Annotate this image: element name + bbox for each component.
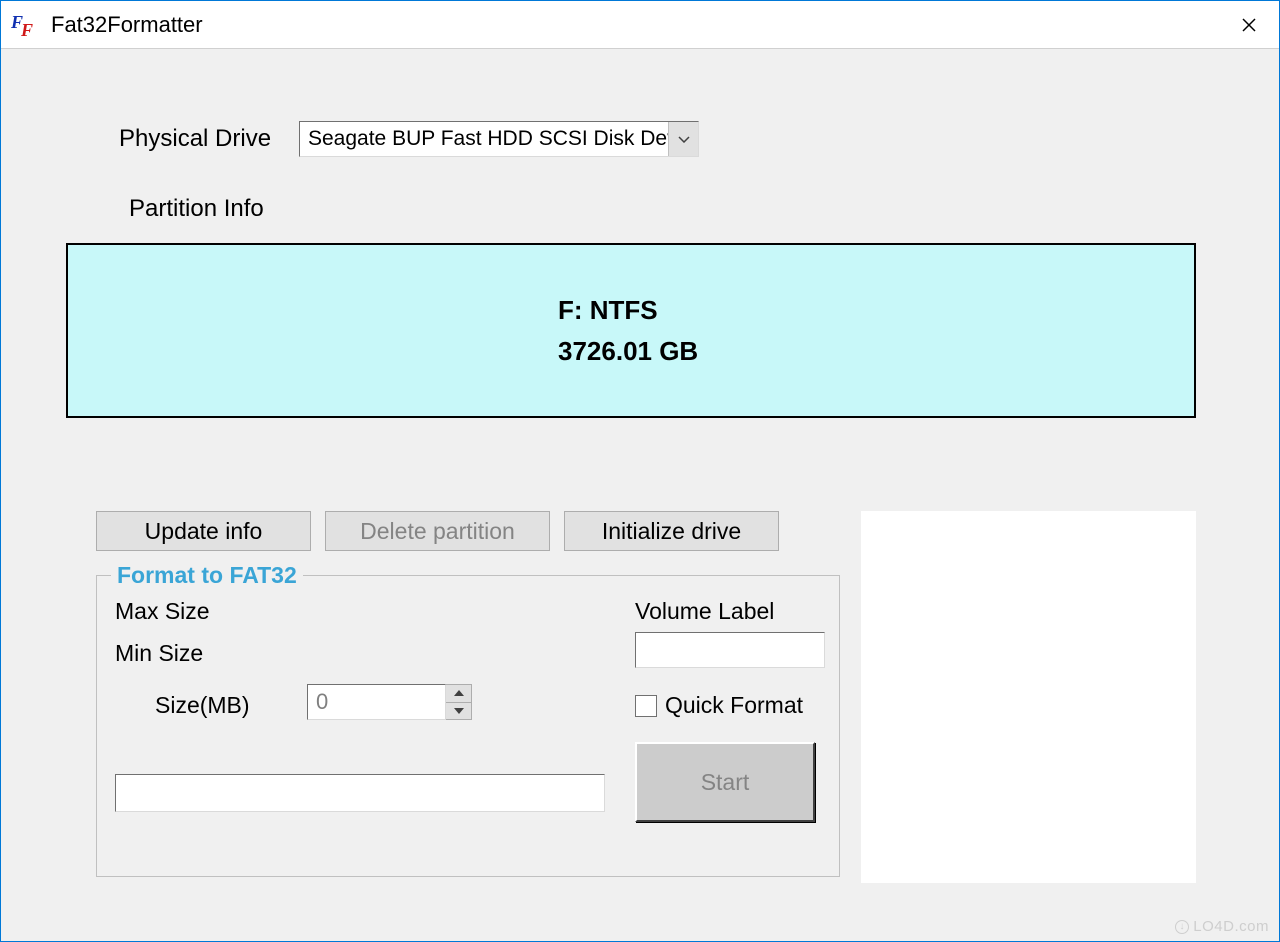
spinner-up-button[interactable] <box>446 685 471 703</box>
partition-size: 3726.01 GB <box>558 331 1194 371</box>
partition-info-label: Partition Info <box>129 195 264 223</box>
spinner-buttons <box>446 684 472 720</box>
delete-partition-button[interactable]: Delete partition <box>325 511 550 551</box>
triangle-down-icon <box>454 708 464 714</box>
window-title: Fat32Formatter <box>51 12 1219 38</box>
physical-drive-value: Seagate BUP Fast HDD SCSI Disk Device <box>308 127 668 151</box>
format-legend: Format to FAT32 <box>111 562 303 589</box>
min-size-label: Min Size <box>115 640 203 667</box>
client-area: Physical Drive Seagate BUP Fast HDD SCSI… <box>1 49 1279 941</box>
titlebar: F F Fat32Formatter <box>1 1 1279 49</box>
initialize-drive-button[interactable]: Initialize drive <box>564 511 779 551</box>
quick-format-row: Quick Format <box>635 692 803 719</box>
app-icon: F F <box>11 10 41 40</box>
physical-drive-row: Physical Drive Seagate BUP Fast HDD SCSI… <box>119 121 699 157</box>
quick-format-checkbox[interactable] <box>635 695 657 717</box>
triangle-up-icon <box>454 690 464 696</box>
update-info-button[interactable]: Update info <box>96 511 311 551</box>
format-progress-bar <box>115 774 605 812</box>
format-groupbox: Format to FAT32 Max Size Min Size Size(M… <box>96 575 840 877</box>
size-spinner[interactable]: 0 <box>307 684 472 720</box>
start-button[interactable]: Start <box>635 742 815 822</box>
chevron-down-icon <box>678 136 690 143</box>
physical-drive-label: Physical Drive <box>119 125 299 153</box>
volume-label-label: Volume Label <box>635 598 774 625</box>
partition-drive-fs: F: NTFS <box>558 290 1194 330</box>
action-buttons-row: Update info Delete partition Initialize … <box>96 511 779 551</box>
size-input[interactable]: 0 <box>307 684 446 720</box>
watermark-text: LO4D.com <box>1193 918 1269 935</box>
quick-format-label: Quick Format <box>665 692 803 719</box>
size-mb-label: Size(MB) <box>155 692 250 719</box>
close-icon <box>1242 18 1256 32</box>
main-window: F F Fat32Formatter Physical Drive Seagat… <box>0 0 1280 942</box>
side-panel <box>861 511 1196 883</box>
dropdown-button[interactable] <box>668 122 698 156</box>
spinner-down-button[interactable] <box>446 703 471 720</box>
physical-drive-select[interactable]: Seagate BUP Fast HDD SCSI Disk Device <box>299 121 699 157</box>
volume-label-input[interactable] <box>635 632 825 668</box>
watermark: ↓ LO4D.com <box>1175 918 1269 935</box>
partition-box[interactable]: F: NTFS 3726.01 GB <box>66 243 1196 418</box>
close-button[interactable] <box>1219 1 1279 49</box>
max-size-label: Max Size <box>115 598 210 625</box>
watermark-icon: ↓ <box>1175 920 1189 934</box>
svg-text:F: F <box>20 20 33 40</box>
